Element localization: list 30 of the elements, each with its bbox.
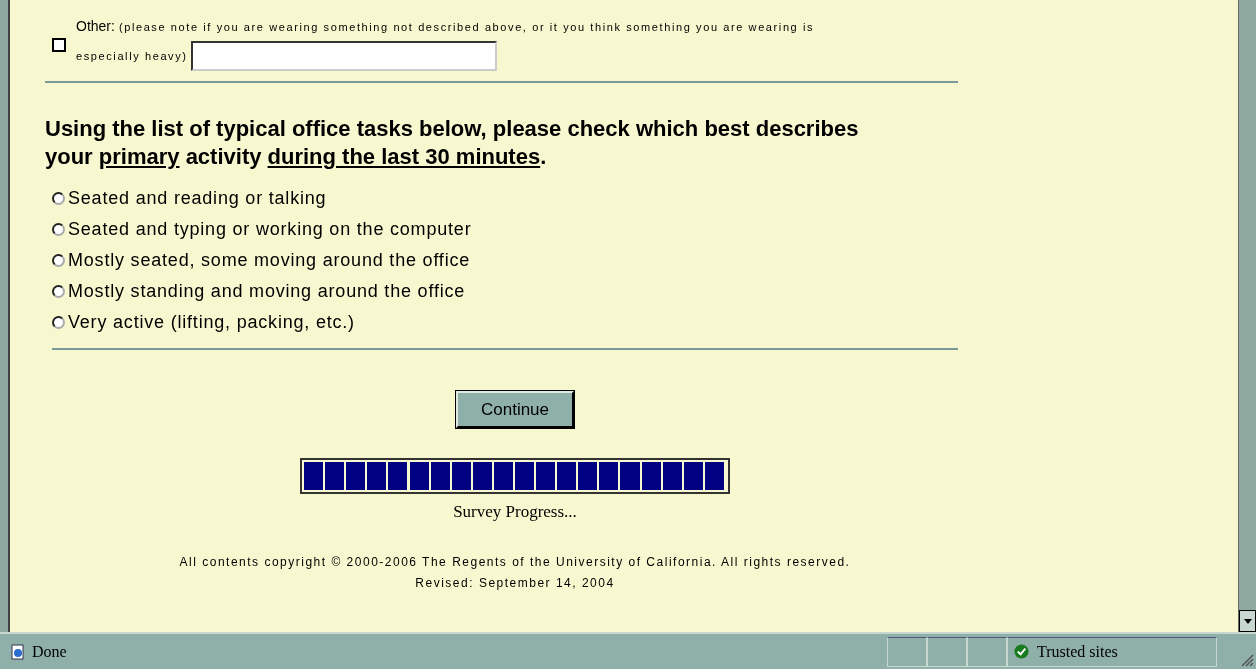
option-note: (please note if you are wearing something not described above, or it you think something you are wearing is [118,21,815,33]
resize-grip-icon [1240,653,1254,667]
question-heading: Using the list of typical office tasks below, please check which best describes your primary activity during the last 30 minutes. [45,115,860,171]
revision-date: Revised: September 14, 2004 [415,574,615,592]
radio-button[interactable] [52,192,65,205]
radio-button[interactable] [52,223,65,236]
continue-button[interactable]: Continue [456,391,574,428]
option-label: Mostly seated, some moving around the office [68,249,471,272]
option-label: Other: [76,18,115,34]
radio-button[interactable] [52,316,65,329]
radio-button[interactable] [52,254,65,267]
option-note: especially heavy) [76,49,188,64]
option-label: Very active (lifting, packing, etc.) [68,311,355,334]
check-circle-icon [1014,644,1029,659]
option-label: Seated and reading or talking [68,187,327,210]
checkbox[interactable] [52,37,66,52]
copyright-text: All contents copyright © 2000-2006 The Regents of the University of California. All rights reserved. [179,553,851,571]
status-pane [927,636,967,667]
option-label: Mostly standing and moving around the office [68,280,466,303]
input-field[interactable] [190,41,497,71]
zone-text: Trusted sites [1037,641,1118,662]
status-pane [887,636,927,667]
page-icon [10,643,26,660]
scrollbar[interactable] [1238,0,1256,632]
progress-caption: Survey Progress... [453,501,577,523]
radio-button[interactable] [52,285,65,298]
status-text: Done [32,641,68,662]
option-label: Seated and typing or working on the computer [68,218,472,241]
down-arrow-icon [1243,618,1252,624]
scroll-down-button[interactable] [1239,610,1256,632]
